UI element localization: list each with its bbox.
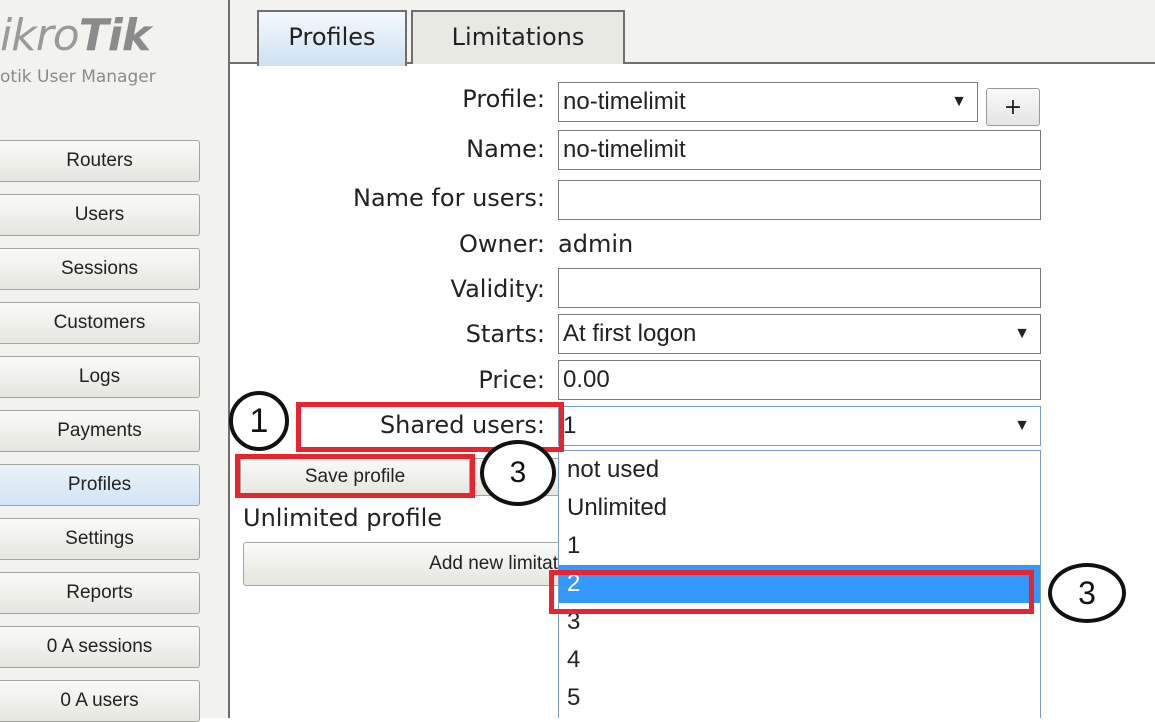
starts-label: Starts: xyxy=(465,320,545,348)
price-input[interactable]: 0.00 xyxy=(558,360,1041,400)
sidebar-divider xyxy=(228,0,230,718)
dropdown-option[interactable]: 4 xyxy=(559,641,1040,679)
sidebar-item-sessions[interactable]: Sessions xyxy=(0,248,200,290)
tab-bar: Profiles Limitations xyxy=(230,0,1155,66)
dropdown-option[interactable]: not used xyxy=(559,451,1040,489)
sidebar-item-routers[interactable]: Routers xyxy=(0,140,200,182)
owner-label: Owner: xyxy=(458,230,545,258)
starts-select-value: At first logon xyxy=(563,320,697,347)
sidebar-item-reports[interactable]: Reports xyxy=(0,572,200,614)
name-for-users-label: Name for users: xyxy=(353,184,545,212)
annotation-step-1: 1 xyxy=(229,391,289,451)
starts-select[interactable]: At first logon ▼ xyxy=(558,314,1041,354)
dropdown-option[interactable]: 1 xyxy=(559,527,1040,565)
annotation-step-3-option: 3 xyxy=(1048,563,1126,623)
sidebar-item-customers[interactable]: Customers xyxy=(0,302,200,344)
sidebar-item-profiles[interactable]: Profiles xyxy=(0,464,200,506)
sidebar-item-users[interactable]: Users xyxy=(0,194,200,236)
add-new-limitation-button[interactable]: Add new limitat xyxy=(243,542,561,586)
dropdown-arrow-icon: ▼ xyxy=(1014,325,1030,342)
sidebar-item-active-users[interactable]: 0 A users xyxy=(0,680,200,722)
price-label: Price: xyxy=(478,366,545,394)
dropdown-option[interactable]: 5 xyxy=(559,679,1040,717)
mikrotik-logo: ikroTik xyxy=(0,10,151,61)
profile-select[interactable]: no-timelimit ▼ xyxy=(558,82,978,122)
dropdown-option[interactable]: Unlimited xyxy=(559,489,1040,527)
sidebar-item-logs[interactable]: Logs xyxy=(0,356,200,398)
tab-limitations[interactable]: Limitations xyxy=(411,10,625,64)
annotation-box-option-2 xyxy=(549,570,1034,614)
app-subtitle: otik User Manager xyxy=(0,67,156,87)
sidebar-item-settings[interactable]: Settings xyxy=(0,518,200,560)
sidebar: ikroTik otik User Manager Routers Users … xyxy=(0,0,228,722)
shared-users-select[interactable]: 1 ▼ xyxy=(558,406,1041,446)
name-for-users-input[interactable] xyxy=(558,180,1041,220)
unlimited-profile-text: Unlimited profile xyxy=(243,504,443,532)
validity-label: Validity: xyxy=(450,275,545,303)
tab-profiles[interactable]: Profiles xyxy=(257,10,407,66)
annotation-box-save-profile xyxy=(235,454,475,498)
profile-label: Profile: xyxy=(462,85,545,113)
dropdown-arrow-icon: ▼ xyxy=(1014,417,1030,434)
sidebar-item-payments[interactable]: Payments xyxy=(0,410,200,452)
shared-users-select-value: 1 xyxy=(563,412,577,439)
sidebar-item-active-sessions[interactable]: 0 A sessions xyxy=(0,626,200,668)
dropdown-arrow-icon: ▼ xyxy=(951,93,967,110)
add-profile-button[interactable]: + xyxy=(986,88,1040,126)
owner-value: admin xyxy=(558,230,634,258)
name-input[interactable]: no-timelimit xyxy=(558,130,1041,170)
name-label: Name: xyxy=(466,135,545,163)
profile-select-value: no-timelimit xyxy=(563,88,686,115)
annotation-step-3-save: 3 xyxy=(480,440,556,506)
validity-input[interactable] xyxy=(558,268,1041,308)
